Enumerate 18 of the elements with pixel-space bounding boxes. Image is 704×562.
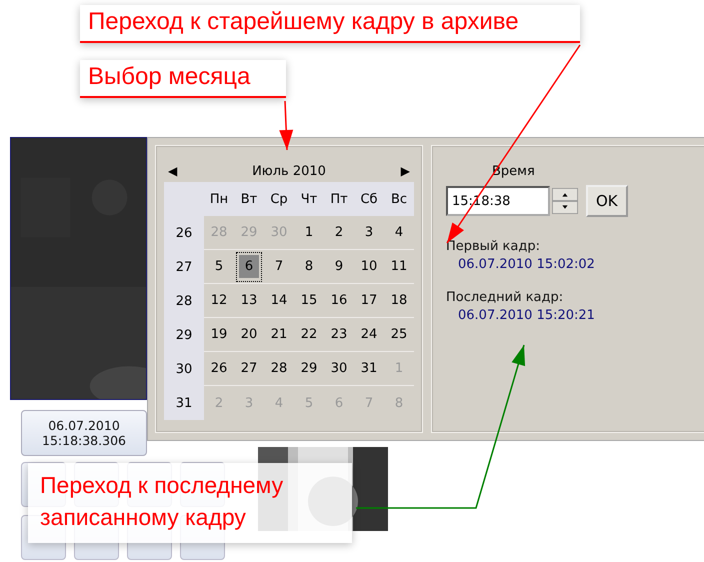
week-number: 26: [174, 224, 194, 242]
weekday-label: Ср: [269, 190, 289, 208]
annotation-tooltip: Выбор месяца: [80, 60, 286, 98]
week-number: 31: [174, 394, 194, 412]
weekday-label: Пт: [329, 190, 349, 208]
week-number: 27: [174, 258, 194, 276]
annotation-tooltip: Переход к последнему записанному кадру: [28, 463, 352, 544]
last-frame-label: Последний кадр:: [446, 290, 564, 305]
weekday-label: Чт: [300, 190, 318, 208]
first-frame-label: Первый кадр:: [446, 239, 540, 254]
annotation-tooltip: Переход к старейшему кадру в архиве: [80, 5, 580, 43]
weekday-label: Сб: [359, 190, 379, 208]
week-number: 28: [174, 292, 194, 310]
weekday-label: Вт: [240, 190, 258, 208]
weekday-label: Вс: [390, 190, 408, 208]
week-number: 29: [174, 326, 194, 344]
weekday-label: Пн: [208, 190, 230, 208]
week-number: 30: [174, 360, 194, 378]
